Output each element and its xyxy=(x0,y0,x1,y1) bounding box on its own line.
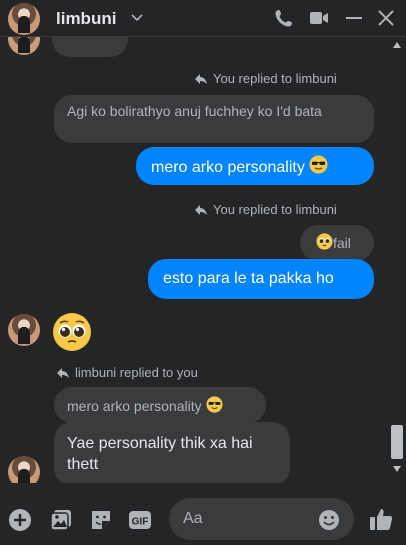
scroll-thumb[interactable] xyxy=(391,425,403,459)
scroll-up-icon[interactable] xyxy=(392,41,402,49)
sunglasses-emoji-icon xyxy=(205,396,223,413)
scrollbar[interactable] xyxy=(388,37,406,483)
contact-avatar-small xyxy=(8,314,40,346)
reply-arrow-icon xyxy=(57,367,69,378)
chat-header: limbuni xyxy=(0,0,406,37)
phone-icon[interactable] xyxy=(274,8,294,28)
gif-icon[interactable]: GIF xyxy=(128,508,152,532)
previous-message-bubble[interactable] xyxy=(52,37,128,57)
sticker-icon[interactable] xyxy=(89,508,113,532)
quoted-message[interactable]: Agi ko bolirathyo anuj fuchhey ko I'd ba… xyxy=(54,95,374,143)
reply-indicator-text: You replied to limbuni xyxy=(213,202,337,217)
outgoing-message[interactable]: mero arko personality xyxy=(136,147,374,185)
reply-indicator: You replied to limbuni xyxy=(194,71,337,86)
svg-text:GIF: GIF xyxy=(132,517,149,528)
contact-avatar-small xyxy=(8,37,40,55)
outgoing-message-text: mero arko personality xyxy=(151,159,305,176)
video-camera-icon[interactable] xyxy=(309,8,329,28)
close-icon[interactable] xyxy=(376,8,396,28)
chevron-down-icon[interactable] xyxy=(130,10,144,24)
scroll-down-icon[interactable] xyxy=(392,465,402,473)
reply-indicator: You replied to limbuni xyxy=(194,202,337,217)
emoji-picker-icon[interactable] xyxy=(318,509,340,531)
quoted-message[interactable]: mero arko personality xyxy=(54,387,266,423)
sunglasses-emoji-icon xyxy=(309,155,328,174)
photo-gallery-icon[interactable] xyxy=(49,508,73,532)
reply-indicator: limbuni replied to you xyxy=(56,365,198,380)
contact-avatar[interactable] xyxy=(8,3,40,35)
message-list[interactable]: You replied to limbuni Agi ko bolirathyo… xyxy=(0,37,388,483)
outgoing-message-text: esto para le ta pakka ho xyxy=(163,270,334,287)
pleading-face-emoji-icon[interactable] xyxy=(52,312,92,352)
reply-indicator-text: You replied to limbuni xyxy=(213,71,337,86)
contact-avatar-small xyxy=(8,456,40,483)
quoted-message-text: mero arko personality xyxy=(67,398,202,414)
composer-bar: GIF xyxy=(0,483,406,545)
quoted-message-text: fail xyxy=(333,235,351,251)
quoted-message-text: Agi ko bolirathyo anuj fuchhey ko I'd ba… xyxy=(67,103,322,119)
plus-circle-icon[interactable] xyxy=(8,508,32,532)
reply-arrow-icon xyxy=(195,73,207,84)
reply-indicator-text: limbuni replied to you xyxy=(75,365,198,380)
contact-name[interactable]: limbuni xyxy=(56,9,116,29)
pleading-face-emoji-icon xyxy=(316,233,333,250)
minimize-icon[interactable] xyxy=(344,8,364,28)
reply-arrow-icon xyxy=(195,204,207,215)
incoming-message-text: Yae personality thik xa hai thett xyxy=(67,435,253,473)
quoted-message[interactable]: fail xyxy=(300,225,374,261)
thumbs-up-icon[interactable] xyxy=(368,506,394,532)
incoming-message[interactable]: Yae personality thik xa hai thett xyxy=(54,422,290,483)
outgoing-message[interactable]: esto para le ta pakka ho xyxy=(148,259,374,299)
